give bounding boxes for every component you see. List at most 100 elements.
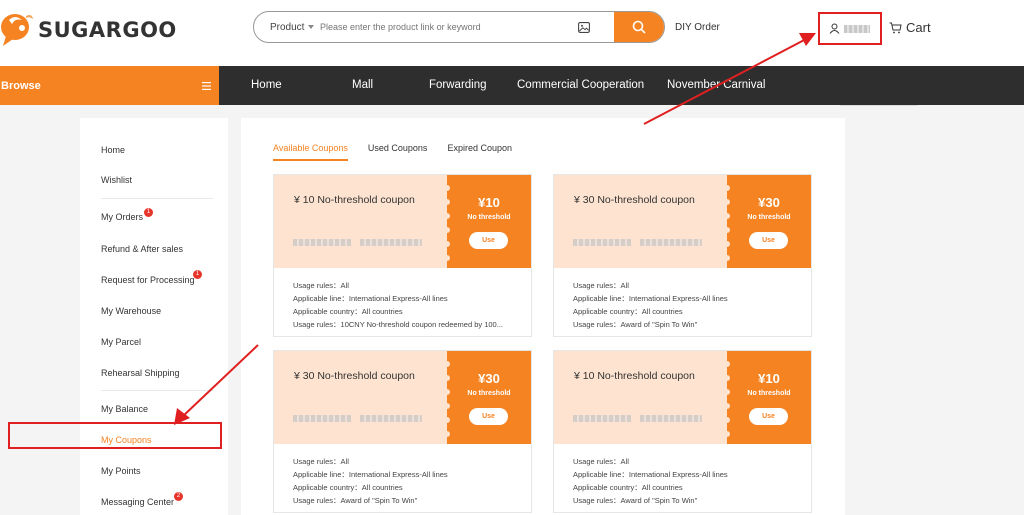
orders-badge: 1 (144, 208, 153, 217)
coupon-card: ¥ 10 No-threshold coupon ¥10 No threshol… (553, 350, 812, 513)
coupon-rule: Applicable line：International Express-Al… (573, 294, 728, 303)
coupon-rule: Applicable line：International Express-Al… (293, 294, 448, 303)
logo[interactable]: SUGARGOO (0, 10, 177, 50)
coupon-date-blurred (360, 239, 422, 246)
coupon-header: ¥ 30 No-threshold coupon ¥30 No threshol… (274, 351, 531, 444)
coupon-notch (444, 417, 450, 423)
search-input[interactable] (320, 12, 572, 42)
coupon-rule: Applicable country：All countries (293, 307, 403, 316)
cart-link[interactable]: Cart (889, 20, 931, 35)
browse-menu[interactable]: Browse (0, 66, 219, 105)
search-type-select[interactable]: Product (254, 22, 320, 33)
coupon-notch (724, 255, 730, 261)
coupon-card: ¥ 10 No-threshold coupon ¥10 No threshol… (273, 174, 532, 337)
tab-available-coupons[interactable]: Available Coupons (273, 143, 348, 161)
use-coupon-button[interactable]: Use (469, 232, 508, 249)
coupon-value-panel: ¥30 No threshold Use (444, 351, 531, 444)
coupon-rules: Usage rules：All Applicable line：Internat… (293, 279, 503, 331)
use-coupon-button[interactable]: Use (749, 232, 788, 249)
coupons-panel: Available Coupons Used Coupons Expired C… (241, 118, 845, 515)
menu-icon (202, 81, 211, 90)
coupon-notch (444, 241, 450, 247)
site-header: SUGARGOO Product DIY Order (0, 0, 1024, 66)
coupon-header: ¥ 30 No-threshold coupon ¥30 No threshol… (554, 175, 811, 268)
nav-commercial-cooperation[interactable]: Commercial Cooperation (517, 79, 644, 91)
coupon-rules: Usage rules：All Applicable line：Internat… (293, 455, 448, 507)
coupon-rules: Usage rules：All Applicable line：Internat… (573, 455, 728, 507)
processing-badge: 1 (193, 270, 202, 279)
sidebar-item-messaging-center[interactable]: Messaging Center (101, 497, 174, 507)
coupon-notch (724, 417, 730, 423)
sidebar-item-my-orders[interactable]: My Orders (101, 212, 143, 222)
my-coupons-highlight-box (8, 422, 222, 449)
sidebar-item-my-balance[interactable]: My Balance (101, 404, 148, 414)
tab-used-coupons[interactable]: Used Coupons (368, 143, 428, 153)
sidebar-item-my-points[interactable]: My Points (101, 466, 141, 476)
sidebar-item-refund[interactable]: Refund & After sales (101, 244, 183, 254)
coupon-rule: Applicable country：All countries (573, 483, 683, 492)
search-button[interactable] (614, 12, 664, 42)
coupon-threshold: No threshold (747, 214, 791, 221)
coupon-notch (444, 403, 450, 409)
account-name-blurred (844, 24, 870, 33)
coupon-code-blurred (573, 415, 631, 422)
sidebar-item-wishlist[interactable]: Wishlist (101, 175, 132, 185)
user-icon (829, 23, 840, 34)
browse-label: Browse (1, 79, 41, 92)
coupon-amount: ¥10 (758, 371, 780, 386)
coupon-threshold: No threshold (747, 390, 791, 397)
messaging-badge: 2 (174, 492, 183, 501)
sidebar-item-my-parcel[interactable]: My Parcel (101, 337, 141, 347)
coupon-rule: Usage rules：10CNY No-threshold coupon re… (293, 320, 503, 329)
sidebar-item-my-warehouse[interactable]: My Warehouse (101, 306, 161, 316)
coupon-tabs: Available Coupons Used Coupons Expired C… (273, 143, 512, 161)
coupon-notch (724, 185, 730, 191)
coupon-notch (444, 185, 450, 191)
chevron-down-icon (308, 25, 315, 29)
coupon-date-blurred (640, 239, 702, 246)
coupon-notch (444, 361, 450, 367)
coupon-notch (724, 431, 730, 437)
sidebar-item-rehearsal-shipping[interactable]: Rehearsal Shipping (101, 368, 180, 378)
nav-mall[interactable]: Mall (352, 79, 373, 91)
coupon-card: ¥ 30 No-threshold coupon ¥30 No threshol… (553, 174, 812, 337)
image-search-icon[interactable] (572, 21, 596, 33)
coupon-notch (444, 255, 450, 261)
use-coupon-button[interactable]: Use (749, 408, 788, 425)
diy-order-link[interactable]: DIY Order (675, 22, 720, 33)
search-type-label: Product (270, 21, 305, 33)
cart-label: Cart (906, 20, 931, 35)
nav-forwarding[interactable]: Forwarding (429, 79, 487, 91)
coupon-notch (444, 227, 450, 233)
coupon-card: ¥ 30 No-threshold coupon ¥30 No threshol… (273, 350, 532, 513)
sidebar-item-home[interactable]: Home (101, 145, 125, 155)
nav-home[interactable]: Home (251, 79, 282, 91)
coupon-amount: ¥30 (758, 195, 780, 210)
coupon-rule: Usage rules：All (293, 281, 349, 290)
account-button[interactable] (818, 12, 882, 45)
coupon-notch (724, 403, 730, 409)
coupon-threshold: No threshold (467, 214, 511, 221)
coupon-rule: Usage rules：All (293, 457, 349, 466)
coupon-rule: Usage rules：Award of "Spin To Win" (293, 496, 418, 505)
coupon-notch (444, 431, 450, 437)
coupon-rule: Usage rules：All (573, 457, 629, 466)
use-coupon-button[interactable]: Use (469, 408, 508, 425)
coupon-title: ¥ 30 No-threshold coupon (574, 194, 695, 206)
coupon-header: ¥ 10 No-threshold coupon ¥10 No threshol… (554, 351, 811, 444)
tab-expired-coupon[interactable]: Expired Coupon (447, 143, 512, 153)
nav-november-carnival[interactable]: November Carnival (667, 79, 765, 91)
account-sidebar: Home Wishlist My Orders 1 Refund & After… (80, 118, 228, 515)
coupon-notch (724, 227, 730, 233)
logo-icon (0, 10, 34, 50)
coupon-title: ¥ 10 No-threshold coupon (574, 370, 695, 382)
coupon-notch (724, 241, 730, 247)
sidebar-item-request-processing[interactable]: Request for Processing (101, 275, 195, 285)
coupon-amount: ¥10 (478, 195, 500, 210)
coupon-rules: Usage rules：All Applicable line：Internat… (573, 279, 728, 331)
coupon-title: ¥ 10 No-threshold coupon (294, 194, 415, 206)
cart-icon (889, 22, 902, 33)
coupon-rule: Usage rules：Award of "Spin To Win" (573, 496, 698, 505)
coupon-header: ¥ 10 No-threshold coupon ¥10 No threshol… (274, 175, 531, 268)
sidebar-divider (101, 198, 213, 199)
